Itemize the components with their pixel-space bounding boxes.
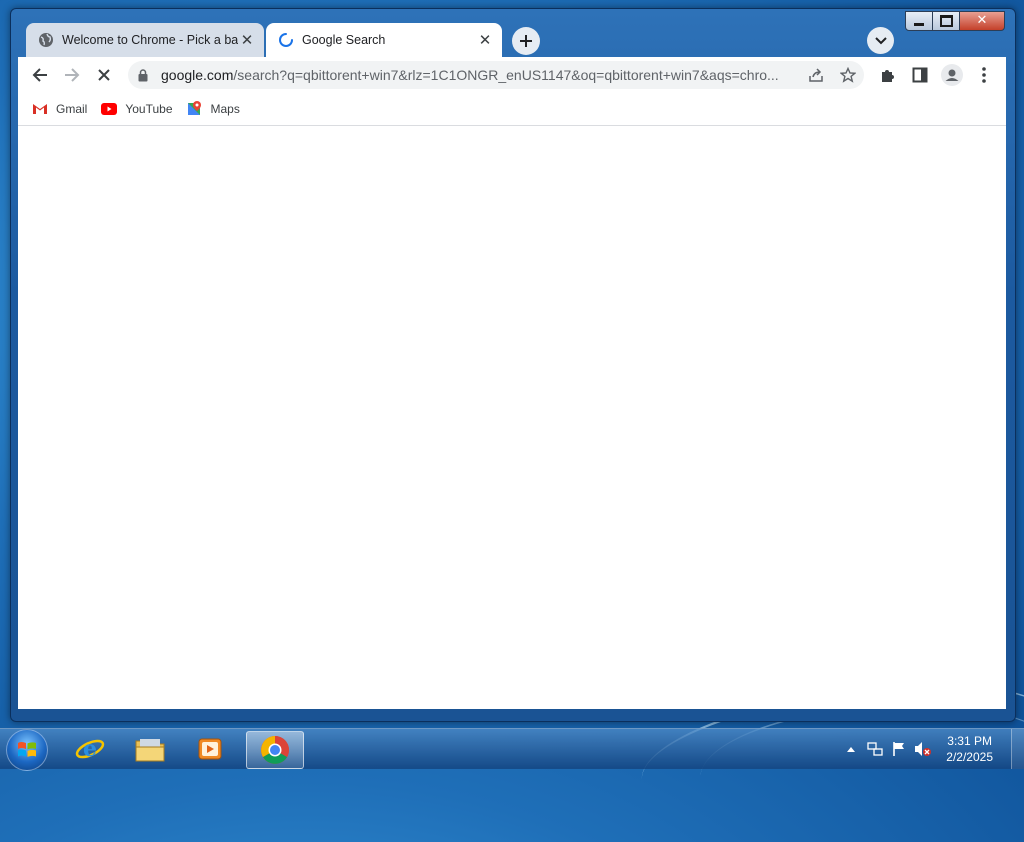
puzzle-icon xyxy=(882,70,894,82)
lock-icon[interactable] xyxy=(138,68,152,82)
chrome-menu-button[interactable] xyxy=(972,63,996,87)
browser: Welcome to Chrome - Pick a background ✕ … xyxy=(18,22,1006,712)
bookmark-label: Maps xyxy=(210,102,240,116)
network-icon[interactable] xyxy=(866,740,884,758)
tab-search-button[interactable] xyxy=(867,27,894,54)
taskbar-internet-explorer[interactable]: e xyxy=(62,731,118,767)
address-bar[interactable]: google.com/search?q=qbittorent+win7&rlz=… xyxy=(128,61,864,89)
ie-icon: e xyxy=(75,736,105,762)
chevron-up-icon xyxy=(847,747,856,752)
bookmark-star-button[interactable] xyxy=(836,63,860,87)
bookmark-maps[interactable]: Maps xyxy=(187,101,240,117)
action-center-flag-icon[interactable] xyxy=(890,740,908,758)
stop-x-icon xyxy=(98,69,110,81)
taskbar-chrome[interactable] xyxy=(246,731,304,769)
bookmark-label: Gmail xyxy=(56,102,88,116)
side-panel-icon xyxy=(912,67,928,83)
volume-muted-icon[interactable] xyxy=(914,740,932,758)
taskbar-file-explorer[interactable] xyxy=(122,731,178,767)
forward-button[interactable] xyxy=(60,63,84,87)
extensions-button[interactable] xyxy=(876,63,900,87)
share-button[interactable] xyxy=(804,63,828,87)
globe-icon xyxy=(38,32,54,48)
bookmark-youtube[interactable]: YouTube xyxy=(101,101,173,117)
arrow-right-icon xyxy=(65,68,80,82)
maps-icon xyxy=(187,101,203,117)
share-icon xyxy=(809,68,823,82)
show-hidden-icons-button[interactable] xyxy=(842,740,860,758)
arrow-left-icon xyxy=(32,68,47,82)
tab-google-search[interactable]: Google Search ✕ xyxy=(266,23,502,57)
star-icon xyxy=(840,67,856,83)
close-tab-icon[interactable]: ✕ xyxy=(238,31,256,49)
youtube-icon xyxy=(101,101,118,117)
side-panel-button[interactable] xyxy=(908,63,932,87)
chrome-icon xyxy=(261,736,289,764)
profile-button[interactable] xyxy=(940,63,964,87)
taskbar-clock[interactable]: 3:31 PM 2/2/2025 xyxy=(946,733,993,765)
more-vertical-icon xyxy=(982,67,986,83)
page-content[interactable] xyxy=(18,126,1006,709)
media-player-icon xyxy=(198,738,222,760)
toolbar: google.com/search?q=qbittorent+win7&rlz=… xyxy=(18,57,1006,93)
taskbar: e 3:31 PM 2/2/2025 xyxy=(0,728,1024,771)
chevron-down-icon xyxy=(874,36,887,44)
url-text: google.com/search?q=qbittorent+win7&rlz=… xyxy=(161,67,791,83)
system-tray: 3:31 PM 2/2/2025 xyxy=(836,729,1024,769)
clock-date: 2/2/2025 xyxy=(946,750,993,764)
gmail-icon xyxy=(32,101,48,117)
bookmarks-bar: Gmail YouTube Maps xyxy=(18,93,1006,126)
show-desktop-button[interactable] xyxy=(1011,729,1024,769)
bookmark-label: YouTube xyxy=(125,102,173,116)
windows-logo-icon xyxy=(18,742,36,757)
url-domain: google.com xyxy=(161,67,234,83)
svg-text:e: e xyxy=(83,736,97,762)
close-tab-icon[interactable]: ✕ xyxy=(476,31,494,49)
clock-time: 3:31 PM xyxy=(947,734,992,748)
start-button[interactable] xyxy=(6,729,48,771)
stop-button[interactable] xyxy=(92,63,116,87)
url-path: /search?q=qbittorent+win7&rlz=1C1ONGR_en… xyxy=(233,67,779,83)
plus-icon xyxy=(520,35,532,47)
tab-welcome[interactable]: Welcome to Chrome - Pick a background ✕ xyxy=(26,23,264,57)
tab-title: Google Search xyxy=(302,33,386,47)
taskbar-media-player[interactable] xyxy=(182,731,238,767)
tab-strip: Welcome to Chrome - Pick a background ✕ … xyxy=(18,22,1006,57)
loading-spinner-icon xyxy=(278,32,294,48)
avatar-icon xyxy=(941,64,963,86)
tab-title: Welcome to Chrome - Pick a background xyxy=(62,33,238,47)
folder-icon xyxy=(135,739,165,762)
new-tab-button[interactable] xyxy=(512,27,540,55)
bookmark-gmail[interactable]: Gmail xyxy=(32,101,87,117)
back-button[interactable] xyxy=(28,63,52,87)
